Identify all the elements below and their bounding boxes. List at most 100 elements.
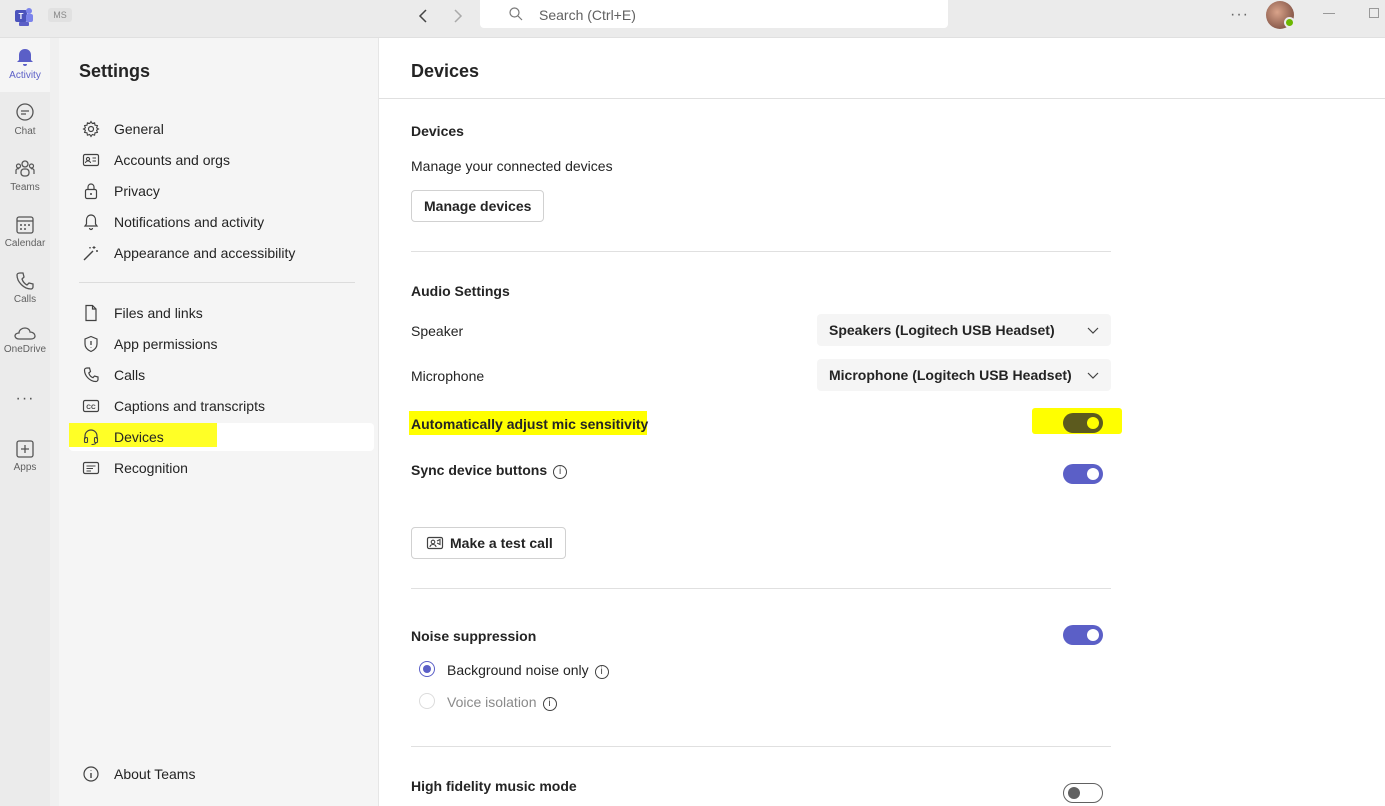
devices-section-title: Devices	[411, 123, 464, 139]
bell-icon	[17, 49, 33, 66]
search-input[interactable]: Search (Ctrl+E)	[480, 0, 948, 28]
svg-text:T: T	[19, 12, 24, 21]
rail-label: OneDrive	[3, 344, 47, 355]
wand-icon	[83, 246, 98, 261]
rail-item-activity[interactable]: Activity	[0, 38, 50, 92]
settings-item-label: Notifications and activity	[114, 214, 265, 230]
devices-panel: Devices Devices Manage your connected de…	[379, 38, 1385, 806]
microphone-value: Microphone (Logitech USB Headset)	[829, 367, 1072, 383]
search-placeholder: Search (Ctrl+E)	[539, 7, 636, 23]
maximize-icon[interactable]	[1369, 8, 1379, 18]
more-apps-icon[interactable]: ···	[0, 390, 50, 408]
settings-item-appearance[interactable]: Appearance and accessibility	[69, 239, 374, 267]
settings-item-label: Appearance and accessibility	[114, 245, 296, 261]
speaker-label: Speaker	[411, 323, 464, 339]
rail-item-apps[interactable]: Apps	[0, 430, 50, 484]
voice-isolation-option: Voice isolation i	[447, 694, 557, 711]
more-options-icon[interactable]: ···	[1230, 6, 1249, 24]
panel-header: Devices	[379, 38, 1385, 99]
make-test-call-button[interactable]: Make a test call	[411, 527, 566, 559]
settings-item-label: Privacy	[114, 183, 160, 199]
settings-item-devices[interactable]: Devices	[69, 423, 374, 451]
lock-icon	[84, 183, 98, 200]
teams-icon	[15, 160, 35, 177]
id-card-icon	[82, 153, 100, 167]
test-call-icon	[426, 536, 444, 550]
settings-item-general[interactable]: General	[69, 115, 374, 143]
settings-item-label: Accounts and orgs	[114, 152, 230, 168]
settings-item-label: Captions and transcripts	[114, 398, 265, 414]
rail-item-onedrive[interactable]: OneDrive	[0, 318, 50, 372]
forward-arrow-icon[interactable]	[447, 6, 467, 26]
section-divider	[411, 251, 1111, 252]
cloud-icon	[14, 327, 36, 340]
settings-item-about[interactable]: About Teams	[69, 760, 374, 788]
rail-label: Teams	[10, 182, 40, 193]
back-arrow-icon[interactable]	[414, 6, 434, 26]
page-title: Devices	[411, 61, 480, 81]
rail-item-calls[interactable]: Calls	[0, 262, 50, 316]
settings-item-calls[interactable]: Calls	[69, 361, 374, 389]
rail-label: Calendar	[4, 238, 46, 249]
settings-title: Settings	[79, 61, 151, 81]
sync-device-buttons-label: Sync device buttons i	[411, 462, 568, 479]
settings-item-label: Calls	[114, 367, 146, 383]
cc-icon: CC	[82, 399, 100, 413]
voice-isolation-radio[interactable]	[419, 693, 435, 709]
background-noise-label: Background noise only	[447, 662, 589, 678]
nav-divider	[79, 282, 355, 283]
rail-label: Apps	[13, 462, 37, 473]
settings-item-label: Recognition	[114, 460, 188, 476]
settings-item-label: General	[114, 121, 164, 137]
hifi-music-mode-toggle[interactable]	[1063, 783, 1103, 803]
search-icon	[509, 7, 523, 21]
settings-item-label: Files and links	[114, 305, 203, 321]
chevron-down-icon	[1087, 327, 1099, 334]
settings-nav: Settings General Accounts and orgs Priva…	[59, 38, 379, 806]
settings-item-accounts[interactable]: Accounts and orgs	[69, 146, 374, 174]
add-app-icon	[16, 440, 34, 458]
bell-icon	[83, 214, 99, 231]
headset-icon	[83, 429, 99, 446]
svg-text:CC: CC	[86, 404, 96, 411]
audio-settings-title: Audio Settings	[411, 283, 510, 299]
title-bar: T MS Search (Ctrl+E) ···	[0, 0, 1385, 38]
section-divider	[411, 746, 1111, 747]
rail-item-chat[interactable]: Chat	[0, 94, 50, 148]
rail-label: Chat	[14, 126, 36, 137]
make-test-call-label: Make a test call	[450, 535, 553, 551]
minimize-icon[interactable]	[1323, 13, 1335, 14]
auto-adjust-mic-toggle[interactable]	[1063, 413, 1103, 433]
devices-description: Manage your connected devices	[411, 158, 613, 174]
org-badge[interactable]: MS	[48, 8, 72, 22]
info-icon[interactable]: i	[594, 665, 609, 679]
speaker-dropdown[interactable]: Speakers (Logitech USB Headset)	[817, 314, 1111, 346]
microphone-label: Microphone	[411, 368, 485, 384]
settings-item-privacy[interactable]: Privacy	[69, 177, 374, 205]
settings-item-app-permissions[interactable]: App permissions	[69, 330, 374, 358]
settings-item-label: Devices	[114, 429, 164, 445]
rail-item-calendar[interactable]: Calendar	[0, 206, 50, 260]
background-noise-option: Background noise only i	[447, 662, 609, 679]
rail-item-teams[interactable]: Teams	[0, 150, 50, 204]
settings-item-recognition[interactable]: Recognition	[69, 454, 374, 482]
settings-item-captions[interactable]: CC Captions and transcripts	[69, 392, 374, 420]
settings-item-notifications[interactable]: Notifications and activity	[69, 208, 374, 236]
background-noise-radio[interactable]	[419, 661, 435, 677]
settings-item-files[interactable]: Files and links	[69, 299, 374, 327]
phone-icon	[16, 272, 34, 290]
sync-device-buttons-toggle[interactable]	[1063, 464, 1103, 484]
info-icon[interactable]: i	[542, 697, 557, 711]
rail-label: Calls	[13, 294, 37, 305]
chat-icon	[16, 103, 34, 121]
noise-suppression-toggle[interactable]	[1063, 625, 1103, 645]
info-icon[interactable]: i	[553, 465, 568, 479]
recognition-icon	[82, 461, 100, 475]
shield-icon	[84, 335, 98, 353]
voice-isolation-label: Voice isolation	[447, 694, 537, 710]
info-icon	[83, 766, 99, 782]
manage-devices-button[interactable]: Manage devices	[411, 190, 545, 222]
rail-label: Activity	[9, 70, 41, 81]
presence-status-icon	[1284, 17, 1295, 28]
microphone-dropdown[interactable]: Microphone (Logitech USB Headset)	[817, 359, 1111, 391]
